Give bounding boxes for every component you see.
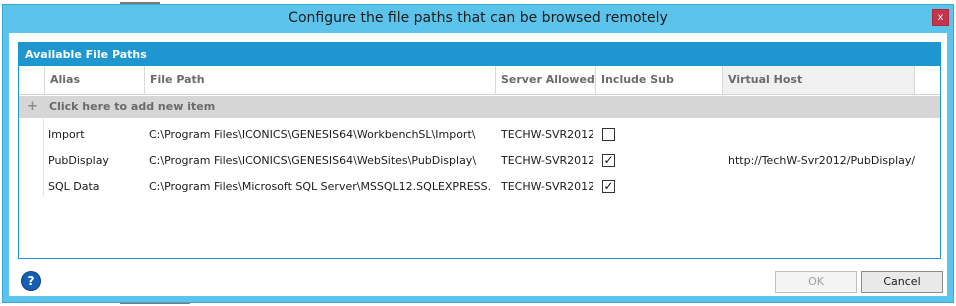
include-sub-folders-checkbox[interactable]: ✓ — [602, 180, 615, 193]
title-bar[interactable]: Configure the file paths that can be bro… — [3, 5, 953, 32]
column-header-file-path[interactable]: File Path — [144, 66, 495, 94]
table-row[interactable]: SQL Data C:\Program Files\Microsoft SQL … — [19, 174, 940, 200]
cell-alias: SQL Data — [48, 180, 100, 193]
column-header-server-allowed[interactable]: Server Allowed — [495, 66, 595, 94]
row-indicator-header — [19, 66, 44, 94]
ok-button[interactable]: OK — [775, 271, 857, 293]
dialog-title: Configure the file paths that can be bro… — [288, 10, 668, 26]
column-header-virtual-host[interactable]: Virtual Host — [722, 66, 915, 94]
include-sub-folders-checkbox[interactable]: ✓ — [602, 154, 615, 167]
table-row[interactable]: PubDisplay C:\Program Files\ICONICS\GENE… — [19, 148, 940, 174]
cell-alias: PubDisplay — [48, 154, 109, 167]
cancel-button[interactable]: Cancel — [861, 271, 943, 293]
cell-file-path: C:\Program Files\ICONICS\GENESIS64\Workb… — [149, 128, 476, 141]
add-new-item-label: Click here to add new item — [49, 100, 216, 113]
help-icon[interactable]: ? — [22, 272, 40, 290]
file-paths-grid: Available File Paths Alias File Path Ser… — [18, 42, 941, 259]
help-icon-glyph: ? — [27, 274, 35, 288]
add-new-item-row[interactable]: + Click here to add new item — [19, 96, 940, 118]
cell-alias: Import — [48, 128, 85, 141]
panel-header: Available File Paths — [19, 43, 940, 66]
close-button[interactable]: x — [932, 9, 949, 26]
column-header-include-sub-folders[interactable]: Include Sub Folders — [595, 66, 722, 114]
column-header-row: Alias File Path Server Allowed Include S… — [19, 66, 940, 114]
cell-server-allowed: TECHW-SVR2012 — [501, 154, 593, 167]
cell-file-path: C:\Program Files\Microsoft SQL Server\MS… — [149, 180, 491, 193]
cell-virtual-host: http://TechW-Svr2012/PubDisplay/ — [728, 154, 916, 167]
cell-server-allowed: TECHW-SVR2012 — [501, 180, 593, 193]
dialog-content: Available File Paths Alias File Path Ser… — [9, 33, 947, 296]
table-row[interactable]: Import C:\Program Files\ICONICS\GENESIS6… — [19, 122, 940, 148]
cell-server-allowed: TECHW-SVR2012 — [501, 128, 593, 141]
column-header-alias[interactable]: Alias — [44, 66, 144, 94]
cell-file-path: C:\Program Files\ICONICS\GENESIS64\WebSi… — [149, 154, 477, 167]
include-sub-folders-checkbox[interactable] — [602, 128, 615, 141]
configure-file-paths-dialog: Configure the file paths that can be bro… — [2, 4, 954, 303]
close-icon: x — [937, 12, 944, 23]
plus-icon: + — [27, 99, 38, 114]
